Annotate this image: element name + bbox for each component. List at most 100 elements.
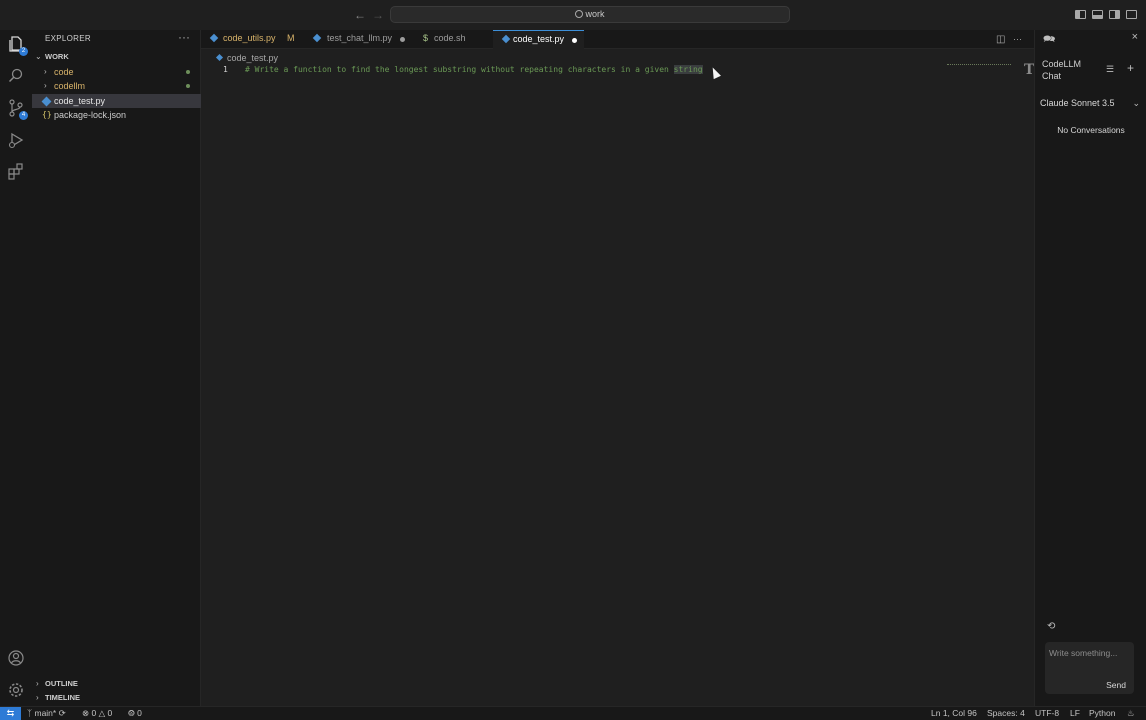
split-editor-icon[interactable]: ◫ [996,34,1005,45]
sync-icon: ⟳ [58,708,66,718]
tab-label: test_chat_llm.py [327,33,393,43]
workspace-header[interactable]: ⌄ WORK [32,50,201,64]
minimap[interactable] [947,64,1011,65]
extensions-icon[interactable] [6,161,26,181]
tab-label: code_utils.py [223,33,276,43]
workspace-label: WORK [45,52,69,61]
tab-bar: code_utils.py M test_chat_llm.py $ code.… [201,30,1034,49]
sidebar-title: EXPLORER [45,34,91,43]
run-debug-icon[interactable] [6,130,26,150]
explorer-sidebar: EXPLORER ··· ⌄ WORK › code › codellm cod… [32,30,201,706]
chevron-down-icon: ⌄ [1132,98,1140,108]
code-highlight: string [673,65,703,74]
branch-icon: ᛉ [27,708,33,718]
ports-indicator[interactable]: ⨷ 0 [128,707,142,720]
tab-code-utils[interactable]: code_utils.py M [209,30,304,49]
branch-label: main* [34,708,57,718]
explorer-badge: 2 [19,47,28,56]
tree-item-label: code [54,67,74,77]
title-bar: ← → work [0,0,1146,30]
tree-item-package-lock[interactable]: {} package-lock.json [32,108,201,122]
toggle-panel-icon[interactable] [1092,10,1103,19]
chat-panel: 🗪 × CodeLLM Chat ☰ + Claude Sonnet 3.5 ⌄… [1034,30,1146,706]
arrow-right-icon[interactable]: → [372,8,384,22]
chat-input[interactable] [1049,646,1129,660]
problems-indicator[interactable]: ⊗ 0 △ 0 [82,707,112,720]
language-mode[interactable]: Python [1089,707,1115,720]
tree-item-codellm[interactable]: › codellm [32,79,201,93]
unsaved-dot [400,37,405,42]
encoding[interactable]: UTF-8 [1035,707,1059,720]
empty-state-text: No Conversations [1057,125,1125,135]
error-icon: ⊗ [82,708,90,718]
ports-icon: ⨷ [128,708,135,718]
code-line[interactable]: # Write a function to find the longest s… [245,65,703,74]
line-number: 1 [223,65,228,74]
tab-test-chat-llm[interactable]: test_chat_llm.py [312,30,412,49]
chevron-right-icon: › [44,67,47,76]
customize-layout-icon[interactable] [1126,10,1137,19]
chevron-right-icon: › [36,679,39,688]
chat-title: CodeLLM Chat [1042,59,1082,81]
tree-item-label: code_test.py [54,96,106,106]
warning-count: 0 [107,708,113,718]
ports-count: 0 [137,708,142,718]
chevron-right-icon: › [44,81,47,90]
python-icon [312,33,322,43]
arrow-left-icon[interactable]: ← [354,8,366,22]
indentation[interactable]: Spaces: 4 [987,707,1025,720]
warning-icon: △ [98,708,106,718]
chat-compose-box: Send [1045,642,1134,694]
outline-section[interactable]: › OUTLINE [32,677,201,691]
python-icon [209,33,219,43]
python-icon [215,53,224,62]
python-icon [41,96,52,107]
python-icon [501,34,511,44]
activity-bar: 2 4 [0,30,32,706]
dollar-icon: $ [423,33,429,43]
remote-indicator-icon[interactable]: ⇆ [0,707,21,720]
editor-area[interactable]: code_test.py 1 # Write a function to fin… [201,49,1034,706]
unsaved-dot [572,38,577,43]
attach-icon[interactable]: ⟲ [1047,621,1055,632]
code-comment: # Write a function to find the longest s… [245,65,674,74]
chevron-down-icon: ⌄ [35,52,42,61]
tree-item-code[interactable]: › code [32,65,201,79]
chevron-right-icon: › [36,693,39,702]
timeline-section[interactable]: › TIMELINE [32,691,201,705]
tree-item-code-test[interactable]: code_test.py [32,94,201,108]
send-button[interactable]: Send [1106,680,1126,690]
model-select[interactable]: Claude Sonnet 3.5 ⌄ [1040,97,1140,109]
text-cursor-icon: T [1024,62,1035,78]
chat-bubbles-icon: 🗪 [1043,34,1056,45]
breadcrumb-file: code_test.py [227,53,279,63]
new-chat-icon[interactable]: + [1127,61,1134,75]
search-icon[interactable] [6,66,26,86]
line-ending[interactable]: LF [1070,707,1080,720]
source-control-icon[interactable]: 4 [6,98,28,120]
model-select-value: Claude Sonnet 3.5 [1040,98,1115,108]
explorer-icon[interactable]: 2 [6,34,28,56]
search-icon [575,10,584,18]
tree-item-label: codellm [54,81,86,91]
account-icon[interactable] [6,648,26,668]
command-center-search[interactable]: work [390,6,790,23]
more-actions-icon[interactable]: ··· [178,30,190,44]
tab-code-test[interactable]: code_test.py [493,30,584,49]
toggle-sidebar-icon[interactable] [1075,10,1086,19]
status-bar: ⇆ ᛉ main* ⟳ ⊗ 0 △ 0 ⨷ 0 Ln 1, Col 96 Spa… [0,706,1146,720]
close-icon[interactable]: × [1132,31,1138,43]
branch-indicator[interactable]: ᛉ main* ⟳ [27,707,66,720]
modified-dot [186,70,190,74]
tab-code-sh[interactable]: $ code.sh [421,30,489,49]
outline-label: OUTLINE [45,679,78,688]
cursor-position[interactable]: Ln 1, Col 96 [931,707,977,720]
history-list-icon[interactable]: ☰ [1106,64,1114,75]
toggle-secondary-sidebar-icon[interactable] [1109,10,1120,19]
more-actions-icon[interactable]: ··· [1013,34,1022,44]
json-icon: {} [42,110,52,119]
modified-flag: M [287,33,295,43]
bell-icon[interactable]: ♨ [1127,707,1135,720]
gear-icon[interactable] [6,680,26,700]
modified-dot [186,84,190,88]
